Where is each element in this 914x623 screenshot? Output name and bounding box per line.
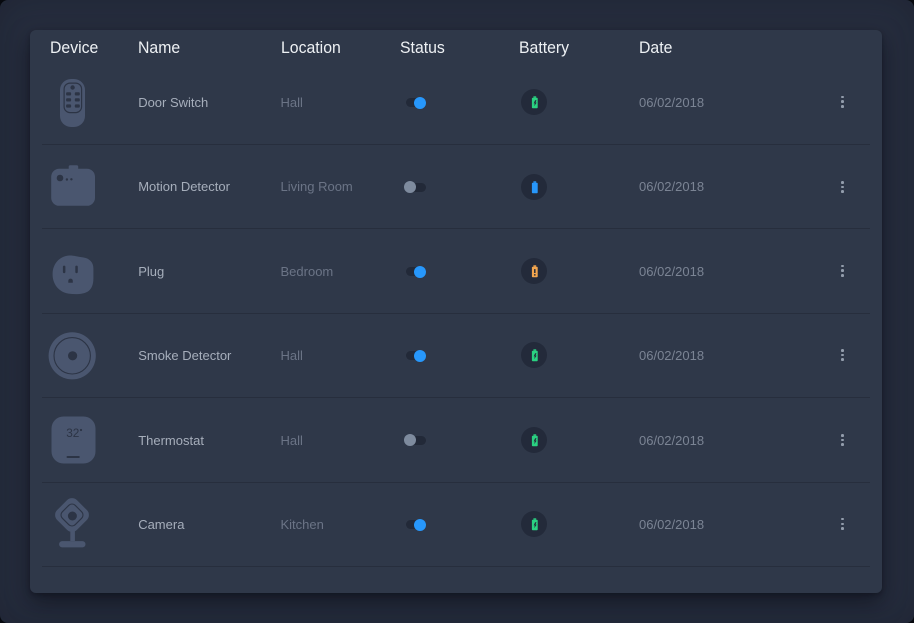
svg-text:32: 32 [66,426,79,440]
